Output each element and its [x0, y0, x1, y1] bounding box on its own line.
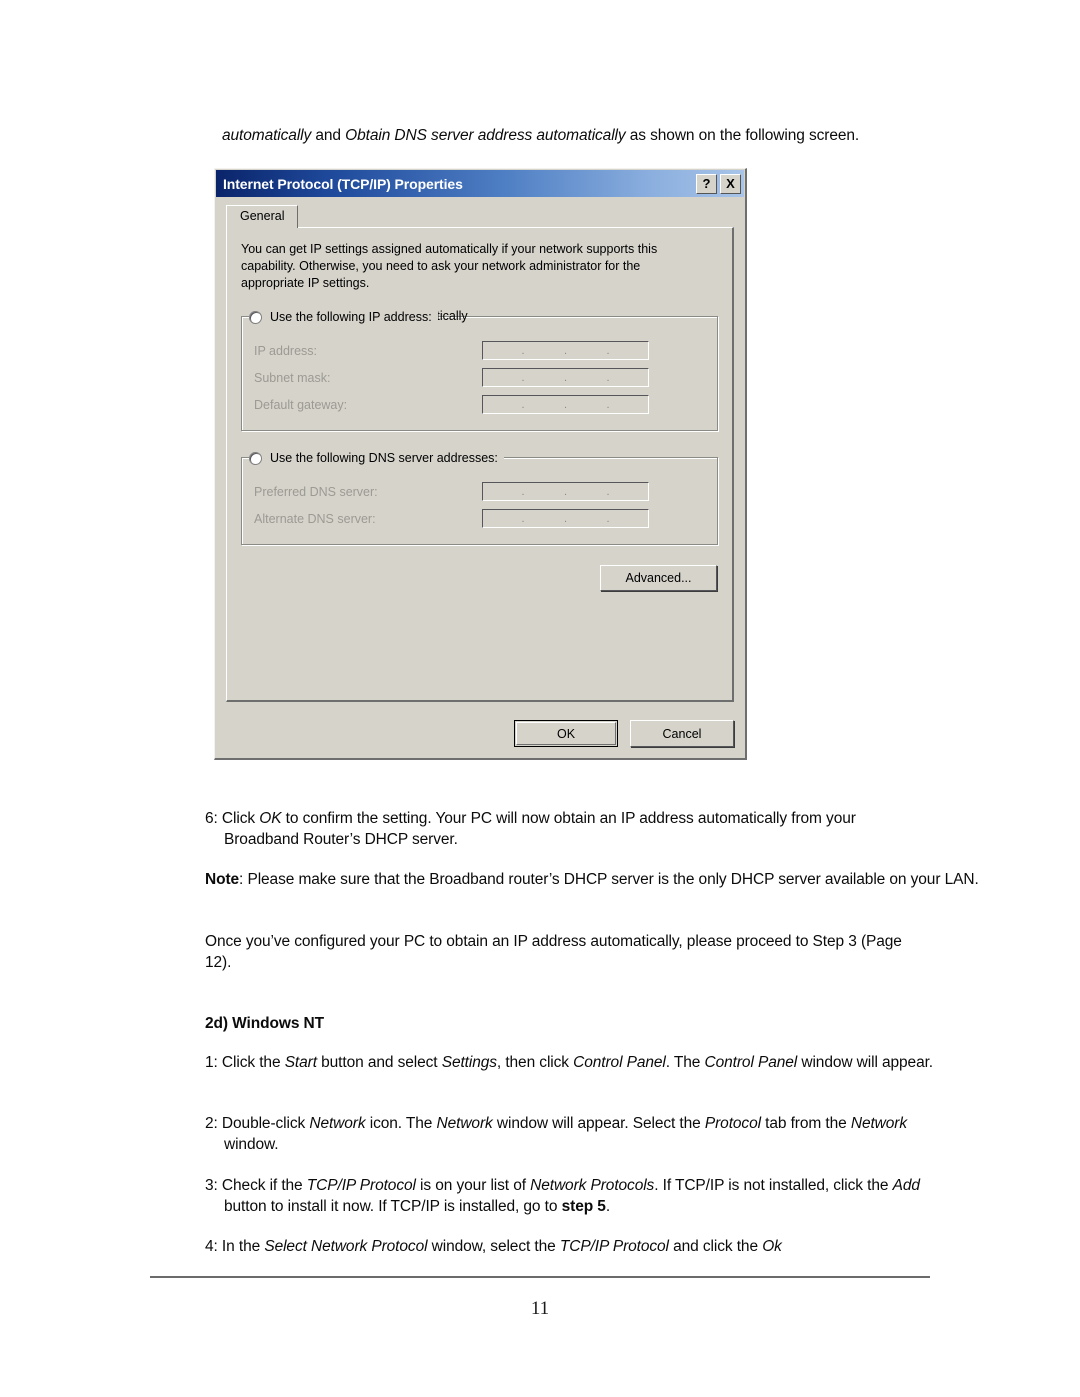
nt-step-1: 1: Click the Start button and select Set… — [205, 1054, 934, 1071]
label-default-gateway: Default gateway: — [254, 397, 348, 412]
page-number: 11 — [530, 1298, 550, 1319]
input-ip-address[interactable]: ... — [482, 341, 649, 360]
advanced-button[interactable]: Advanced... — [600, 565, 717, 591]
dialog-body: General You can get IP settings assigned… — [215, 197, 745, 758]
close-icon[interactable]: X — [720, 173, 741, 194]
once-configured-paragraph: Once you’ve configured your PC to obtain… — [205, 933, 902, 971]
titlebar-buttons: ? X — [696, 173, 741, 194]
intro-segment-2: Obtain DNS server address automatically — [345, 127, 626, 144]
label-ip-address: IP address: — [254, 343, 318, 358]
footer-divider — [150, 1276, 930, 1278]
field-row-alternate-dns: Alternate DNS server: ... — [254, 505, 707, 532]
ok-button[interactable]: OK — [514, 720, 618, 747]
note-paragraph: Note: Please make sure that the Broadban… — [205, 871, 979, 888]
nt-step-4: 4: In the Select Network Protocol window… — [205, 1238, 782, 1255]
radio-use-following-dns[interactable]: Use the following DNS server addresses: — [249, 449, 504, 467]
label-alternate-dns: Alternate DNS server: — [254, 511, 376, 526]
ip-address-groupbox: Use the following IP address: IP address… — [241, 308, 718, 431]
dns-server-groupbox: Use the following DNS server addresses: … — [241, 449, 718, 545]
label-preferred-dns: Preferred DNS server: — [254, 484, 378, 499]
field-row-preferred-dns: Preferred DNS server: ... — [254, 478, 707, 505]
nt-step-2: 2: Double-click Network icon. The Networ… — [205, 1115, 908, 1153]
tabstrip: General — [226, 205, 736, 228]
input-default-gateway[interactable]: ... — [482, 395, 649, 414]
radio-label-use-following-ip: Use the following IP address: — [270, 310, 432, 324]
label-subnet-mask: Subnet mask: — [254, 370, 331, 385]
radio-icon-use-following-ip — [249, 310, 262, 324]
tab-general[interactable]: General — [226, 205, 299, 228]
advanced-button-row: Advanced... — [241, 565, 717, 591]
nt-step-3: 3: Check if the TCP/IP Protocol is on yo… — [205, 1177, 920, 1215]
dialog-titlebar[interactable]: Internet Protocol (TCP/IP) Properties ? … — [216, 170, 744, 197]
dialog-title: Internet Protocol (TCP/IP) Properties — [223, 175, 463, 192]
tcpip-properties-dialog: Internet Protocol (TCP/IP) Properties ? … — [214, 168, 747, 760]
radio-use-following-ip[interactable]: Use the following IP address: — [249, 308, 438, 326]
radio-icon-use-following-dns — [249, 451, 262, 465]
input-preferred-dns[interactable]: ... — [482, 482, 649, 501]
field-row-default-gateway: Default gateway: ... — [254, 391, 707, 418]
field-row-subnet-mask: Subnet mask: ... — [254, 364, 707, 391]
intro-paragraph: automatically and Obtain DNS server addr… — [222, 125, 902, 146]
step-6-paragraph: 6: Click OK to confirm the setting. Your… — [205, 810, 856, 848]
ok-button-label: OK — [516, 722, 616, 745]
input-subnet-mask[interactable]: ... — [482, 368, 649, 387]
help-icon[interactable]: ? — [696, 173, 717, 194]
intro-segment-3: as shown on the following screen. — [625, 127, 860, 144]
document-page: automatically and Obtain DNS server addr… — [0, 0, 1080, 1397]
intro-segment-1: and — [311, 127, 346, 144]
dialog-footer-buttons: OK Cancel — [514, 720, 734, 747]
field-row-ip-address: IP address: ... — [254, 337, 707, 364]
intro-segment-0: automatically — [222, 127, 312, 144]
input-alternate-dns[interactable]: ... — [482, 509, 649, 528]
section-heading-windows-nt: 2d) Windows NT — [205, 1015, 325, 1032]
radio-label-use-following-dns: Use the following DNS server addresses: — [270, 451, 498, 465]
tab-panel-general: You can get IP settings assigned automat… — [226, 227, 734, 702]
dialog-description: You can get IP settings assigned automat… — [241, 242, 658, 290]
cancel-button[interactable]: Cancel — [630, 720, 734, 747]
